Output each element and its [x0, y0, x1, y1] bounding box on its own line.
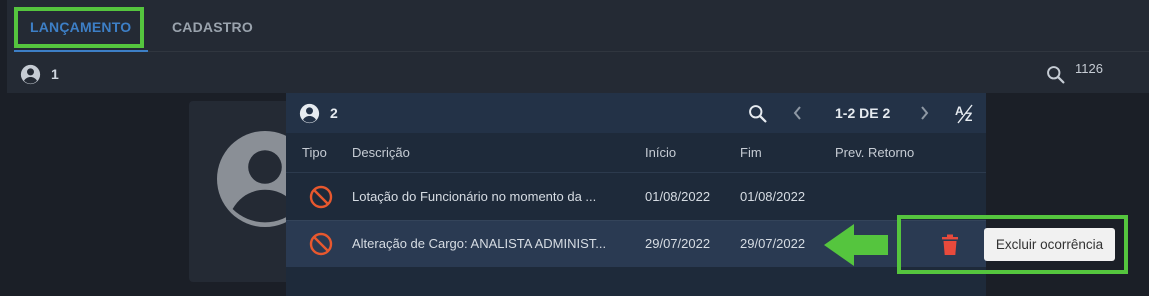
person-icon: [20, 64, 41, 90]
block-icon: [309, 185, 333, 214]
column-inicio[interactable]: Início: [645, 145, 676, 160]
column-descricao[interactable]: Descrição: [352, 145, 410, 160]
panel-person-count: 2: [330, 105, 338, 121]
cell-fim: 01/08/2022: [740, 189, 806, 204]
search-icon[interactable]: [1045, 64, 1066, 90]
person-count: 1: [51, 66, 59, 82]
table-row[interactable]: Lotação do Funcionário no momento da ...…: [286, 174, 986, 220]
trash-icon[interactable]: [940, 234, 960, 261]
active-tab-indicator: [14, 50, 148, 52]
cell-descricao: Lotação do Funcionário no momento da ...: [352, 189, 597, 204]
tab-divider: [148, 51, 1149, 52]
delete-tooltip: Excluir ocorrência: [984, 228, 1115, 261]
chevron-left-icon[interactable]: [792, 105, 804, 126]
header-divider: [286, 172, 986, 173]
column-fim[interactable]: Fim: [740, 145, 762, 160]
cell-inicio: 29/07/2022: [645, 236, 711, 251]
highlight-box-tab: [14, 7, 144, 48]
pagination-label: 1-2 DE 2: [835, 105, 891, 121]
arrow-left-icon: [824, 224, 890, 271]
panel-header: 2 1-2 DE 2 A Z: [286, 93, 986, 133]
person-icon: [299, 103, 320, 129]
tab-cadastro[interactable]: CADASTRO: [172, 19, 253, 35]
search-input[interactable]: 1126: [1075, 61, 1103, 76]
cell-fim: 29/07/2022: [740, 236, 806, 251]
column-prev-retorno[interactable]: Prev. Retorno: [835, 145, 914, 160]
top-toolbar: [7, 0, 1149, 93]
block-icon: [309, 232, 333, 261]
cell-inicio: 01/08/2022: [645, 189, 711, 204]
cell-descricao: Alteração de Cargo: ANALISTA ADMINIST...: [352, 236, 607, 251]
sort-az-icon[interactable]: A Z: [954, 102, 976, 131]
column-tipo[interactable]: Tipo: [302, 145, 327, 160]
chevron-right-icon[interactable]: [918, 105, 930, 126]
search-icon[interactable]: [747, 103, 768, 129]
